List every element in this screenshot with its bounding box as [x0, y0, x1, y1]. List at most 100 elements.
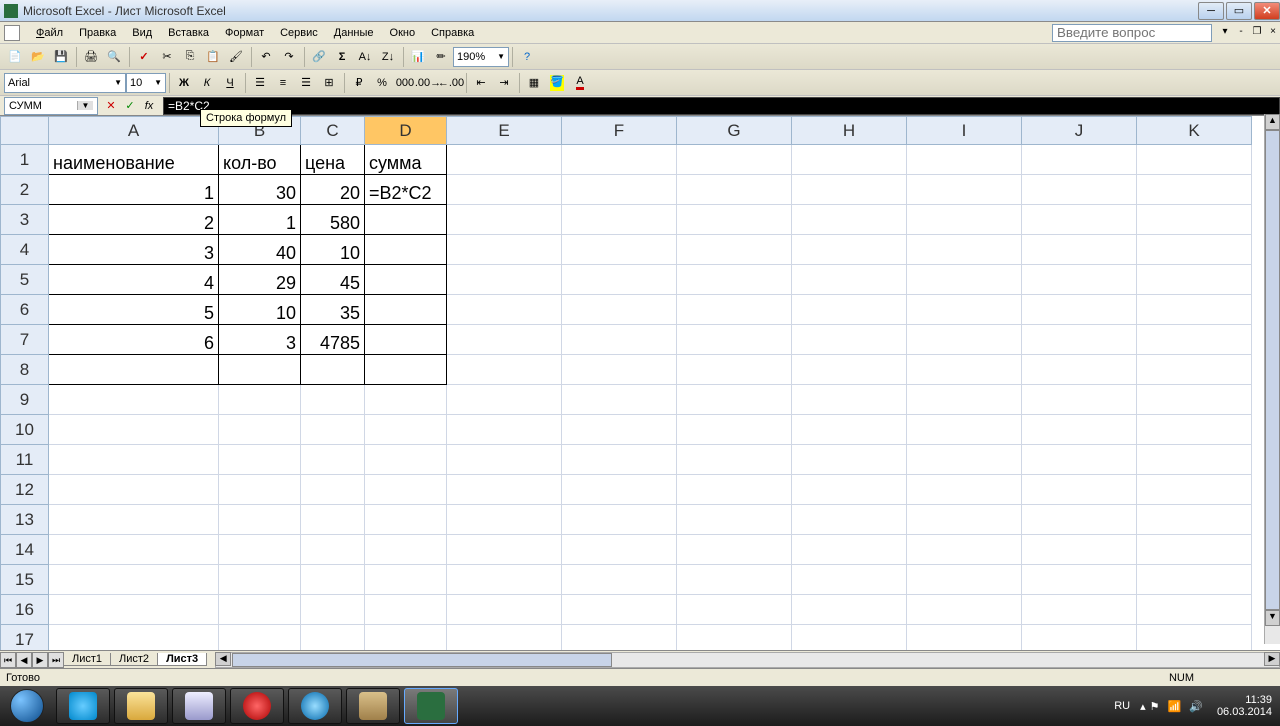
cell-B7[interactable]: 3 [219, 325, 301, 355]
open-icon[interactable]: 📂 [27, 46, 49, 68]
cell-D7[interactable] [365, 325, 447, 355]
cell-K10[interactable] [1137, 415, 1252, 445]
drawing-icon[interactable]: ✏ [430, 46, 452, 68]
cell-F7[interactable] [562, 325, 677, 355]
cell-I4[interactable] [907, 235, 1022, 265]
align-right-icon[interactable]: ☰ [295, 72, 317, 94]
name-box[interactable]: ▼ [4, 97, 98, 115]
cell-D16[interactable] [365, 595, 447, 625]
cell-C7[interactable]: 4785 [301, 325, 365, 355]
new-icon[interactable]: 📄 [4, 46, 26, 68]
cell-K8[interactable] [1137, 355, 1252, 385]
cell-J16[interactable] [1022, 595, 1137, 625]
cell-F17[interactable] [562, 625, 677, 651]
cell-E1[interactable] [447, 145, 562, 175]
close-button[interactable]: ✕ [1254, 2, 1280, 20]
row-header-3[interactable]: 3 [1, 205, 49, 235]
cell-J17[interactable] [1022, 625, 1137, 651]
cell-J2[interactable] [1022, 175, 1137, 205]
cell-J7[interactable] [1022, 325, 1137, 355]
cell-A16[interactable] [49, 595, 219, 625]
language-indicator[interactable]: RU [1114, 700, 1130, 712]
menu-edit[interactable]: Правка [71, 25, 124, 41]
vscroll-thumb[interactable] [1265, 130, 1280, 610]
cell-G16[interactable] [677, 595, 792, 625]
sheet-tab-Лист2[interactable]: Лист2 [110, 653, 158, 666]
format-painter-icon[interactable]: 🖌 [225, 46, 247, 68]
cell-C12[interactable] [301, 475, 365, 505]
row-header-13[interactable]: 13 [1, 505, 49, 535]
cancel-formula-icon[interactable]: ✕ [102, 97, 120, 115]
cell-I7[interactable] [907, 325, 1022, 355]
cell-H8[interactable] [792, 355, 907, 385]
minimize-button[interactable]: ─ [1198, 2, 1224, 20]
hscroll-thumb[interactable] [232, 653, 612, 667]
autosum-icon[interactable]: Σ [331, 46, 353, 68]
row-header-5[interactable]: 5 [1, 265, 49, 295]
cell-E10[interactable] [447, 415, 562, 445]
help-search-dropdown[interactable]: ▾ [1218, 26, 1232, 40]
cell-K14[interactable] [1137, 535, 1252, 565]
cell-G13[interactable] [677, 505, 792, 535]
chart-wizard-icon[interactable]: 📊 [407, 46, 429, 68]
row-header-15[interactable]: 15 [1, 565, 49, 595]
cell-K2[interactable] [1137, 175, 1252, 205]
cell-F8[interactable] [562, 355, 677, 385]
align-center-icon[interactable]: ≡ [272, 72, 294, 94]
cell-D15[interactable] [365, 565, 447, 595]
col-header-H[interactable]: H [792, 117, 907, 145]
help-icon[interactable]: ? [516, 46, 538, 68]
cell-D12[interactable] [365, 475, 447, 505]
cell-E6[interactable] [447, 295, 562, 325]
cell-K1[interactable] [1137, 145, 1252, 175]
cell-E4[interactable] [447, 235, 562, 265]
sheet-tab-Лист1[interactable]: Лист1 [63, 653, 111, 666]
cell-C10[interactable] [301, 415, 365, 445]
row-header-12[interactable]: 12 [1, 475, 49, 505]
bold-icon[interactable]: Ж [173, 72, 195, 94]
sort-asc-icon[interactable]: A↓ [354, 46, 376, 68]
cell-J6[interactable] [1022, 295, 1137, 325]
cell-H7[interactable] [792, 325, 907, 355]
cell-K15[interactable] [1137, 565, 1252, 595]
cell-D11[interactable] [365, 445, 447, 475]
cell-F2[interactable] [562, 175, 677, 205]
row-header-6[interactable]: 6 [1, 295, 49, 325]
cell-J9[interactable] [1022, 385, 1137, 415]
maximize-button[interactable]: ▭ [1226, 2, 1252, 20]
decrease-decimal-icon[interactable]: ←.00 [440, 72, 462, 94]
cell-G17[interactable] [677, 625, 792, 651]
cell-A12[interactable] [49, 475, 219, 505]
tab-nav-prev-icon[interactable]: ◀ [16, 652, 32, 668]
spellcheck-icon[interactable]: ✓ [133, 46, 155, 68]
cell-J14[interactable] [1022, 535, 1137, 565]
cell-J10[interactable] [1022, 415, 1137, 445]
cell-C4[interactable]: 10 [301, 235, 365, 265]
cell-J4[interactable] [1022, 235, 1137, 265]
sort-desc-icon[interactable]: Z↓ [377, 46, 399, 68]
cell-G3[interactable] [677, 205, 792, 235]
tray-volume-icon[interactable]: 🔊 [1189, 700, 1203, 713]
tab-nav-last-icon[interactable]: ⏭ [48, 652, 64, 668]
cell-K9[interactable] [1137, 385, 1252, 415]
cell-I1[interactable] [907, 145, 1022, 175]
cell-F16[interactable] [562, 595, 677, 625]
cell-I3[interactable] [907, 205, 1022, 235]
row-header-9[interactable]: 9 [1, 385, 49, 415]
row-header-4[interactable]: 4 [1, 235, 49, 265]
cell-E13[interactable] [447, 505, 562, 535]
col-header-F[interactable]: F [562, 117, 677, 145]
cell-F11[interactable] [562, 445, 677, 475]
cell-B5[interactable]: 29 [219, 265, 301, 295]
cell-E15[interactable] [447, 565, 562, 595]
cell-A13[interactable] [49, 505, 219, 535]
enter-formula-icon[interactable]: ✓ [121, 97, 139, 115]
print-icon[interactable]: 🖨 [80, 46, 102, 68]
cell-J5[interactable] [1022, 265, 1137, 295]
cell-C9[interactable] [301, 385, 365, 415]
cell-E12[interactable] [447, 475, 562, 505]
cell-F13[interactable] [562, 505, 677, 535]
tray-flag-icon[interactable]: ⚑ [1150, 700, 1160, 713]
percent-icon[interactable]: % [371, 72, 393, 94]
cell-E9[interactable] [447, 385, 562, 415]
